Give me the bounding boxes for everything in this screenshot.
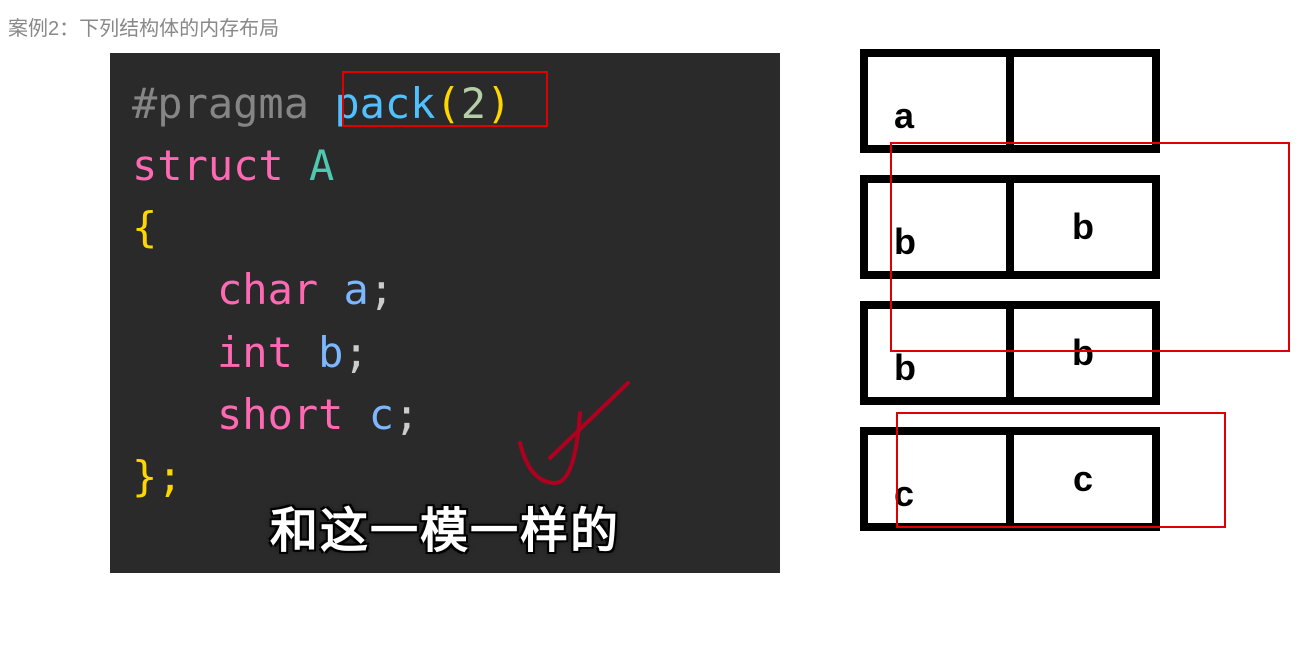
member-a: char a;	[132, 259, 758, 321]
type-int: int	[217, 328, 293, 377]
struct-keyword: struct	[132, 141, 284, 190]
mem-cell	[1010, 49, 1160, 153]
mem-cell: b	[860, 175, 1010, 279]
pack-word: pack	[334, 79, 435, 128]
mem-cell: b	[860, 301, 1010, 405]
paren-close: )	[486, 79, 511, 128]
pragma-keyword: #pragma	[132, 79, 309, 128]
content-wrapper: #pragma pack(2) struct A { char a; int b…	[0, 53, 1307, 573]
var-c: c	[369, 390, 394, 439]
struct-name: A	[309, 141, 334, 190]
var-b: b	[318, 328, 343, 377]
semi: ;	[394, 390, 419, 439]
mem-row-1: b b	[860, 175, 1160, 279]
member-c: short c;	[132, 384, 758, 446]
pack-arg: 2	[461, 79, 486, 128]
close-brace: };	[132, 452, 183, 501]
type-short: short	[217, 390, 343, 439]
mem-cell: b	[1010, 301, 1160, 405]
pragma-line: #pragma pack(2)	[132, 73, 758, 135]
paren-open: (	[435, 79, 460, 128]
mem-row-3: c c	[860, 427, 1160, 531]
mem-row-0: a	[860, 49, 1160, 153]
var-a: a	[343, 265, 368, 314]
memory-layout-diagram: a b b b b c c	[860, 49, 1160, 573]
semi: ;	[343, 328, 368, 377]
mem-cell: c	[860, 427, 1010, 531]
open-brace: {	[132, 203, 157, 252]
struct-decl: struct A	[132, 135, 758, 197]
mem-cell: a	[860, 49, 1010, 153]
mem-row-2: b b	[860, 301, 1160, 405]
semi: ;	[369, 265, 394, 314]
mem-cell: b	[1010, 175, 1160, 279]
type-char: char	[217, 265, 318, 314]
mem-cell: c	[1010, 427, 1160, 531]
open-brace-line: {	[132, 197, 758, 259]
member-b: int b;	[132, 322, 758, 384]
video-caption: 和这一模一样的	[270, 496, 620, 567]
code-block: #pragma pack(2) struct A { char a; int b…	[110, 53, 780, 573]
page-title: 案例2：下列结构体的内存布局	[0, 0, 1307, 53]
